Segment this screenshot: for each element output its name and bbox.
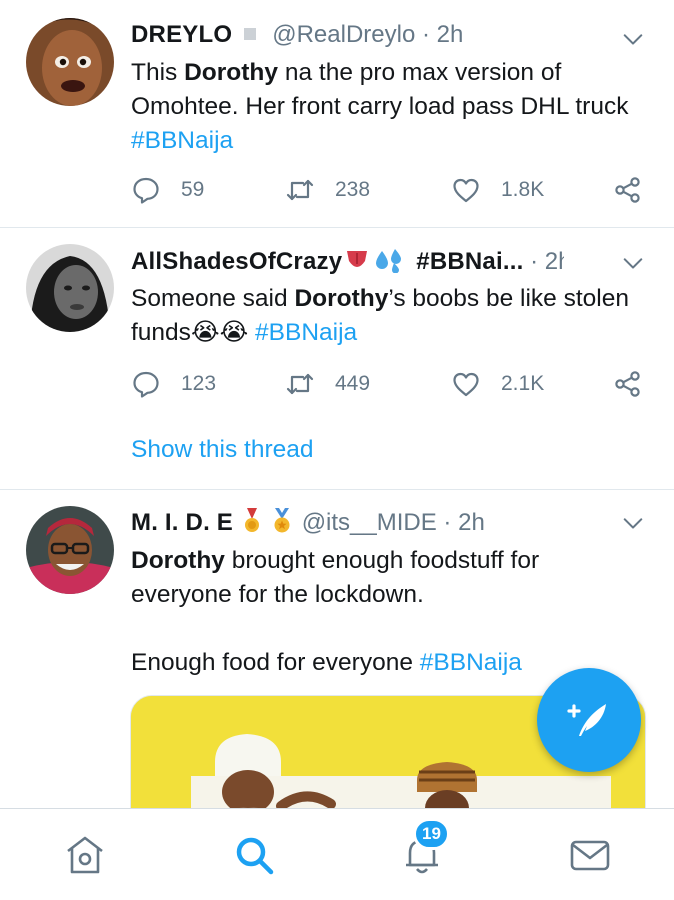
tweet-text: Dorothy brought enough foodstuff for eve… [131, 547, 540, 676]
reply-button[interactable]: 123 [131, 367, 216, 401]
compose-tweet-button[interactable] [537, 668, 641, 772]
show-thread-link[interactable]: Show this thread [131, 433, 314, 467]
home-icon [67, 836, 103, 874]
sports-medal-emoji-icon [274, 508, 290, 533]
display-name[interactable]: DREYLO [131, 21, 232, 48]
mail-icon [570, 840, 610, 871]
notification-count-badge: 19 [413, 818, 450, 850]
avatar[interactable] [26, 18, 114, 106]
nav-home-tab[interactable] [63, 833, 107, 877]
avatar[interactable] [26, 244, 114, 332]
separator: · [530, 248, 539, 275]
like-button[interactable]: 2.1K [451, 367, 544, 401]
medal-emoji-icon [244, 508, 259, 532]
nav-search-tab[interactable] [232, 833, 276, 877]
chevron-down-icon[interactable] [622, 28, 644, 50]
retweet-button[interactable]: 449 [285, 367, 370, 401]
tweet-text: This Dorothy na the pro max version of O… [131, 59, 629, 154]
like-icon [453, 372, 479, 397]
like-count: 2.1K [501, 372, 545, 395]
like-button[interactable]: 1.8K [451, 173, 544, 207]
tweet-header: AllShadesOfCrazy #BBNai... · 2h [131, 244, 564, 280]
reply-count: 123 [181, 372, 217, 395]
like-icon [453, 178, 479, 203]
handle[interactable]: @RealDreylo [272, 21, 415, 48]
share-icon [615, 371, 640, 397]
compose-icon [567, 704, 606, 736]
like-count: 1.8K [501, 178, 545, 201]
timestamp[interactable]: 2h [437, 21, 464, 48]
timestamp[interactable]: 2h [545, 248, 564, 275]
hashtag-link[interactable]: #BBNaija [131, 127, 233, 154]
retweet-icon [286, 373, 314, 395]
search-icon [236, 837, 274, 875]
sweat-drops-emoji-icon [376, 249, 402, 274]
crying-emoji: 😭😭 [190, 319, 249, 346]
separator: · [421, 21, 430, 48]
tweet[interactable]: AllShadesOfCrazy #BBNai... · 2h Someone s… [0, 228, 674, 490]
handle[interactable]: @its__MIDE [302, 509, 437, 536]
reply-icon [133, 371, 159, 398]
retweet-count: 449 [335, 372, 371, 395]
tweet-actions: 123 449 2.1K [131, 367, 651, 401]
reply-count: 59 [181, 178, 205, 201]
avatar[interactable] [26, 506, 114, 594]
tweet-header: DREYLO @RealDreylo · 2h [131, 17, 564, 53]
display-name[interactable]: M. I. D. E [131, 509, 233, 536]
share-button[interactable] [613, 367, 643, 401]
tongue-emoji-icon [347, 251, 368, 267]
nav-messages-tab[interactable] [568, 833, 612, 877]
retweet-icon [286, 179, 314, 201]
bottom-navigation [0, 808, 674, 900]
tweet[interactable]: DREYLO @RealDreylo · 2h This Dorothy na t… [0, 0, 674, 228]
chevron-down-icon[interactable] [622, 512, 644, 534]
badge-icon [244, 27, 257, 40]
tweet-header: M. I. D. E @its__MIDE · 2h [131, 505, 564, 541]
reply-icon [133, 177, 159, 204]
chevron-down-icon[interactable] [622, 252, 644, 274]
display-name[interactable]: AllShadesOfCrazy [131, 248, 342, 275]
retweet-count: 238 [335, 178, 371, 201]
tweet-text: Someone said Dorothy’s boobs be like sto… [131, 285, 629, 346]
display-name-suffix[interactable]: #BBNai... [416, 248, 523, 275]
tweet-actions: 59 238 1.8K [131, 173, 651, 207]
share-button[interactable] [613, 173, 643, 207]
hashtag-link[interactable]: #BBNaija [420, 649, 522, 676]
separator: · [443, 509, 452, 536]
hashtag-link[interactable]: #BBNaija [255, 319, 357, 346]
reply-button[interactable]: 59 [131, 173, 204, 207]
share-icon [615, 177, 640, 203]
retweet-button[interactable]: 238 [285, 173, 370, 207]
timestamp[interactable]: 2h [458, 509, 485, 536]
